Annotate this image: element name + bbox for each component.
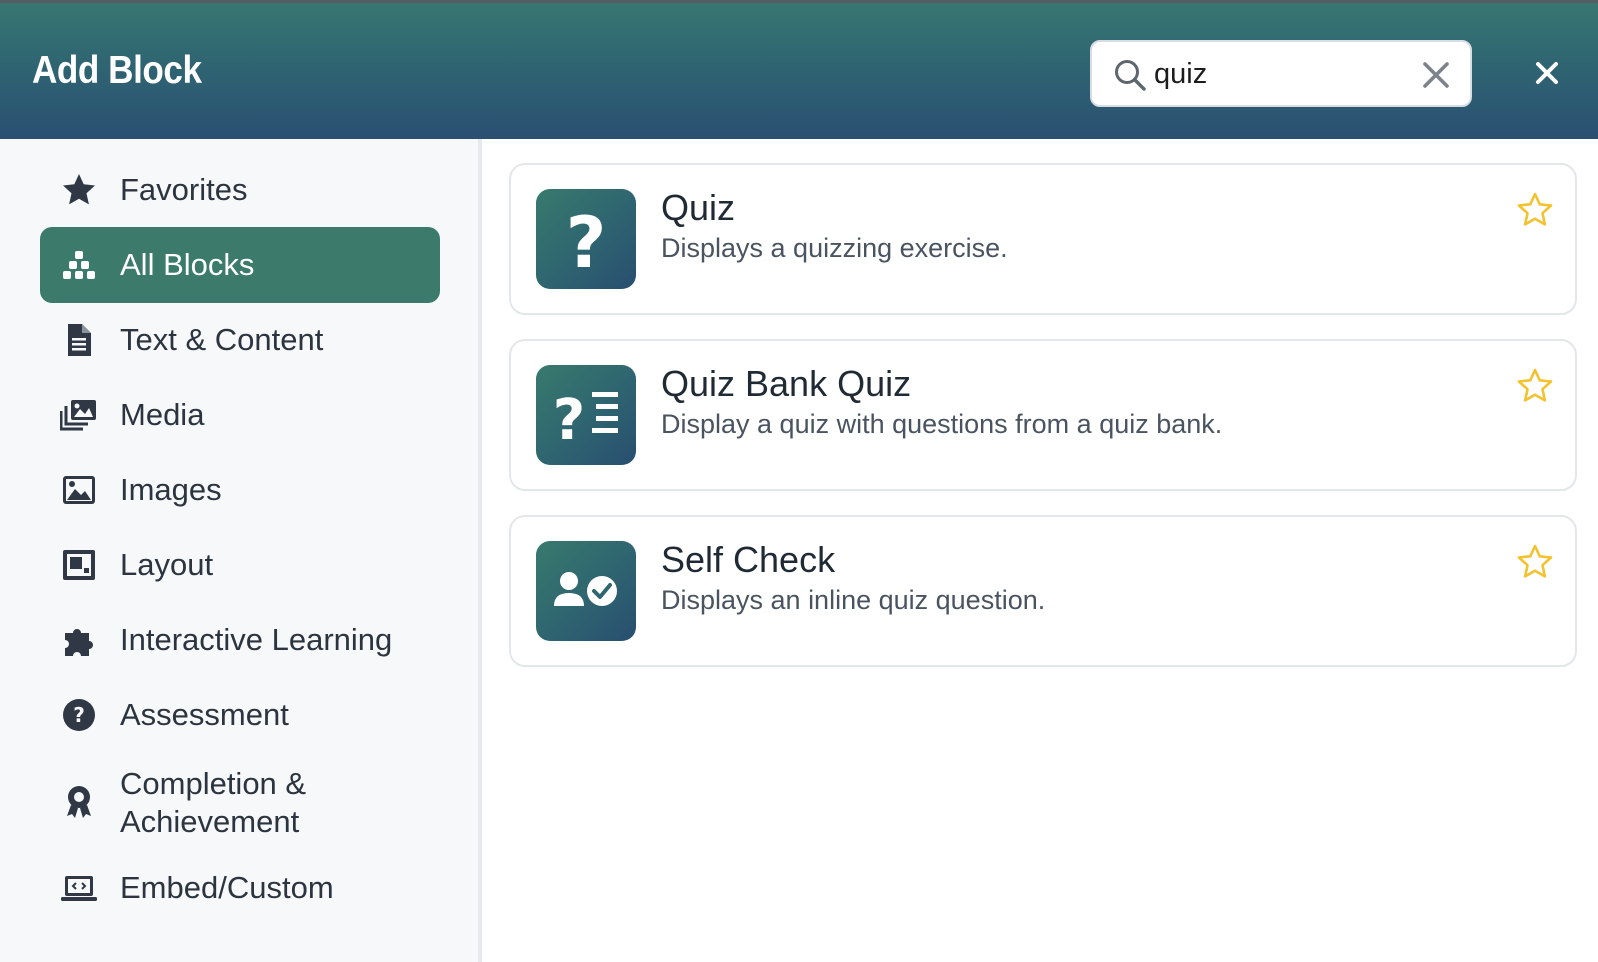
sidebar-item-completion-achievement[interactable]: Completion & Achievement <box>40 763 440 839</box>
sidebar-item-interactive-learning[interactable]: Interactive Learning <box>40 602 440 678</box>
image-icon <box>63 476 95 504</box>
question-mark-icon: ? <box>536 189 636 289</box>
sidebar-item-label: Media <box>120 397 205 432</box>
sidebar-item-label: Layout <box>120 547 214 582</box>
sidebar-item-all-blocks[interactable]: All Blocks <box>40 227 440 303</box>
sidebar-item-label: Assessment <box>120 697 289 732</box>
star-icon <box>63 174 95 205</box>
favorite-star-icon[interactable] <box>1516 543 1554 581</box>
dialog-title: Add Block <box>32 49 202 92</box>
layout-icon <box>63 550 95 580</box>
search-box[interactable] <box>1090 40 1472 107</box>
clear-search-icon[interactable] <box>1420 59 1452 91</box>
block-title: Self Check <box>661 539 836 580</box>
blocks-icon <box>63 251 95 279</box>
favorite-star-icon[interactable] <box>1516 191 1554 229</box>
sidebar-item-label: Images <box>120 472 222 507</box>
block-description: Display a quiz with questions from a qui… <box>661 409 1223 439</box>
svg-text:?: ? <box>566 202 607 284</box>
block-card-quiz[interactable]: ? Quiz Displays a quizzing exercise. <box>509 163 1577 315</box>
svg-text:?: ? <box>553 388 585 453</box>
award-icon <box>67 786 91 818</box>
sidebar-item-text-content[interactable]: Text & Content <box>40 302 440 378</box>
sidebar-item-images[interactable]: Images <box>40 452 440 528</box>
question-circle-icon: ? <box>63 699 95 731</box>
user-check-icon <box>536 541 636 641</box>
question-list-icon: ? <box>536 365 636 465</box>
sidebar-item-favorites[interactable]: Favorites <box>40 152 440 228</box>
block-title: Quiz Bank Quiz <box>661 363 912 404</box>
sidebar-item-label: Embed/Custom <box>120 870 334 905</box>
sidebar-item-assessment[interactable]: ? Assessment <box>40 677 440 753</box>
media-icon <box>60 400 96 431</box>
svg-text:?: ? <box>73 703 85 727</box>
dialog-header: Add Block <box>0 0 1598 139</box>
close-icon[interactable] <box>1530 56 1564 90</box>
category-sidebar: Favorites All Blocks Text & Content Medi… <box>0 139 482 962</box>
favorite-star-icon[interactable] <box>1516 367 1554 405</box>
block-title: Quiz <box>661 187 736 228</box>
search-icon <box>1115 60 1146 91</box>
block-card-self-check[interactable]: Self Check Displays an inline quiz quest… <box>509 515 1577 667</box>
document-icon <box>68 324 91 356</box>
search-input[interactable] <box>1154 52 1414 96</box>
sidebar-item-layout[interactable]: Layout <box>40 527 440 603</box>
block-description: Displays a quizzing exercise. <box>661 233 1008 263</box>
puzzle-icon <box>65 629 93 656</box>
sidebar-item-label: Favorites <box>120 172 248 207</box>
code-laptop-icon <box>61 876 97 901</box>
sidebar-item-label: Text & Content <box>120 322 324 357</box>
block-card-quiz-bank-quiz[interactable]: ? Quiz Bank Quiz Display a quiz with que… <box>509 339 1577 491</box>
sidebar-item-media[interactable]: Media <box>40 377 440 453</box>
sidebar-item-label: Interactive Learning <box>120 622 393 657</box>
sidebar-item-embed-custom[interactable]: Embed/Custom <box>40 850 440 926</box>
block-description: Displays an inline quiz question. <box>661 585 1046 615</box>
sidebar-item-label: Completion & Achievement <box>120 766 307 839</box>
sidebar-item-label: All Blocks <box>120 247 255 282</box>
add-block-dialog: Add Block Favorites <box>0 0 1598 962</box>
